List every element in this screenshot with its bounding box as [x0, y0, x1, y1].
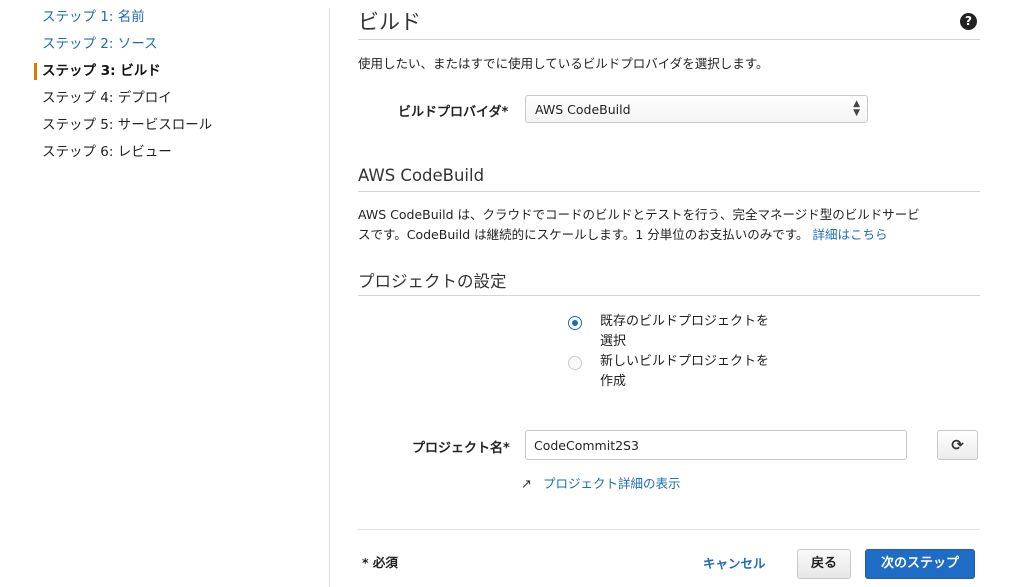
footer-divider: [358, 529, 980, 530]
project-details-link[interactable]: プロジェクト詳細の表示: [543, 474, 681, 494]
radio-new-project[interactable]: [568, 356, 582, 370]
provider-description: 使用したい、またはすでに使用しているビルドプロバイダを選択します。: [358, 56, 769, 71]
refresh-icon: ⟳: [951, 436, 964, 454]
radio-new-label[interactable]: 新しいビルドプロジェクトを 作成: [600, 352, 790, 392]
provider-label: ビルドプロバイダ*: [398, 105, 509, 120]
build-provider-value: AWS CodeBuild: [535, 102, 631, 117]
wizard-sidebar: ステップ 1: 名前 ステップ 2: ソース ステップ 3: ビルド ステップ …: [0, 0, 330, 587]
help-circle-icon[interactable]: ?: [960, 13, 977, 30]
sidebar-step-5: ステップ 5: サービスロール: [42, 117, 213, 133]
codebuild-heading: AWS CodeBuild: [358, 166, 485, 185]
learn-more-link[interactable]: 詳細はこちら: [813, 227, 888, 242]
back-button[interactable]: 戻る: [797, 549, 851, 579]
sidebar-divider: [329, 8, 330, 587]
title-divider: [358, 39, 980, 40]
next-step-button[interactable]: 次のステップ: [865, 549, 975, 579]
external-link-icon: ↗: [521, 477, 532, 492]
radio-existing-project[interactable]: [568, 316, 582, 330]
codebuild-description-line2: スです。CodeBuild は継続的にスケールします。1 分単位のお支払いのみで…: [358, 227, 888, 242]
project-settings-heading: プロジェクトの設定: [358, 272, 507, 291]
project-name-value: CodeCommit2S3: [534, 438, 639, 453]
project-name-field[interactable]: CodeCommit2S3: [525, 430, 907, 460]
sidebar-step-6: ステップ 6: レビュー: [42, 144, 172, 160]
cancel-link[interactable]: キャンセル: [703, 554, 766, 574]
refresh-button[interactable]: ⟳: [937, 430, 978, 460]
required-note: * 必須: [362, 555, 398, 570]
sidebar-step-3: ステップ 3: ビルド: [42, 63, 161, 79]
project-settings-divider: [358, 295, 980, 296]
codebuild-description-line1: AWS CodeBuild は、クラウドでコードのビルドとテストを行う、完全マネ…: [358, 207, 920, 222]
up-down-arrows-icon: ▲ ▼: [853, 99, 860, 118]
sidebar-step-2[interactable]: ステップ 2: ソース: [42, 35, 158, 53]
page-title: ビルド: [358, 10, 421, 34]
sidebar-step-1[interactable]: ステップ 1: 名前: [42, 8, 145, 26]
project-name-label: プロジェクト名*: [412, 441, 510, 456]
build-provider-select[interactable]: AWS CodeBuild ▲ ▼: [525, 95, 868, 123]
sidebar-step-4: ステップ 4: デプロイ: [42, 90, 172, 106]
codebuild-divider: [358, 191, 980, 192]
main-panel: ビルド ? 使用したい、またはすでに使用しているビルドプロバイダを選択します。 …: [358, 0, 980, 587]
active-step-indicator: [34, 63, 37, 80]
radio-existing-label[interactable]: 既存のビルドプロジェクトを 選択: [600, 312, 790, 352]
